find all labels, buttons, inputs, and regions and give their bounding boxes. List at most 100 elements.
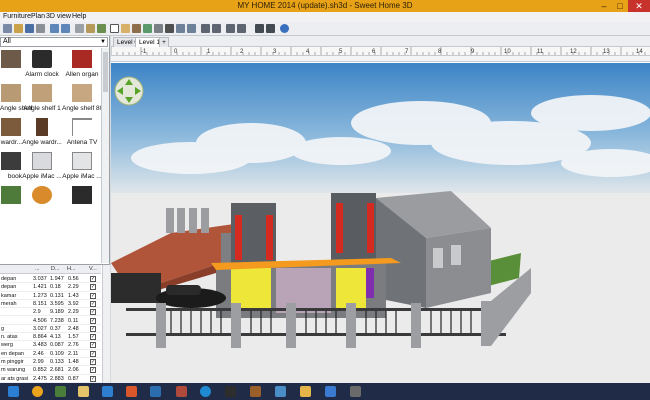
text-style-icon[interactable] xyxy=(176,24,185,33)
plan-view[interactable] xyxy=(111,56,650,62)
app-icon[interactable] xyxy=(275,386,286,397)
maximize-button[interactable]: □ xyxy=(612,0,628,12)
col-height-header[interactable]: H... xyxy=(67,265,76,274)
paste-icon[interactable] xyxy=(86,24,95,33)
visible-checkbox[interactable]: ✓ xyxy=(90,350,96,357)
table-row[interactable]: depan 3.037 1.947 0.56 ✓ xyxy=(0,275,101,284)
catalog-item[interactable]: wardr... xyxy=(0,116,22,150)
catalog-item[interactable] xyxy=(22,184,62,218)
photo-icon[interactable] xyxy=(255,24,264,33)
video-icon[interactable] xyxy=(266,24,275,33)
3d-view[interactable] xyxy=(111,63,650,383)
catalog-item[interactable] xyxy=(0,184,22,218)
app-icon[interactable] xyxy=(176,386,187,397)
catalog-item[interactable]: Apple iMac ... xyxy=(22,150,62,184)
catalog-scrollbar[interactable] xyxy=(101,48,109,263)
table-row[interactable]: g 3.027 0.37 2.48 ✓ xyxy=(0,325,101,334)
furniture-scrollbar[interactable] xyxy=(102,265,110,383)
dimension-icon[interactable] xyxy=(154,24,163,33)
app-icon[interactable] xyxy=(225,386,236,397)
visible-checkbox[interactable]: ✓ xyxy=(90,342,96,349)
catalog-item[interactable]: Angle wardr... xyxy=(22,116,62,150)
visible-checkbox[interactable]: ✓ xyxy=(90,325,96,332)
app-icon[interactable] xyxy=(32,386,43,397)
catalog-item[interactable]: book xyxy=(0,150,22,184)
room-icon[interactable] xyxy=(143,24,152,33)
catalog-item[interactable]: Apple iMac ... xyxy=(62,150,102,184)
table-row[interactable]: 4.506 7.238 0.11 ✓ xyxy=(0,317,101,325)
app-icon[interactable] xyxy=(200,386,211,397)
text-icon[interactable] xyxy=(165,24,174,33)
plan-zoom-out-icon[interactable] xyxy=(237,24,246,33)
catalog-item[interactable]: Antena TV xyxy=(62,116,102,150)
save-icon[interactable] xyxy=(25,24,34,33)
catalog-item[interactable]: Allen organ xyxy=(62,48,102,82)
catalog-item[interactable]: Angle shelf 1 xyxy=(22,82,62,116)
visible-checkbox[interactable]: ✓ xyxy=(90,375,96,382)
menu-plan[interactable]: Plan xyxy=(31,12,45,22)
app-icon[interactable] xyxy=(325,386,336,397)
table-row[interactable]: 2.9 9.189 2.29 ✓ xyxy=(0,308,101,317)
redo-icon[interactable] xyxy=(61,24,70,33)
catalog-item[interactable] xyxy=(62,184,102,218)
folder-icon[interactable] xyxy=(78,386,89,397)
visible-checkbox[interactable]: ✓ xyxy=(90,367,96,374)
add-level-button[interactable]: + xyxy=(159,37,169,47)
help-icon[interactable] xyxy=(280,24,289,33)
menu-3d-view[interactable]: 3D view xyxy=(46,12,71,22)
sweet-home-3d-icon[interactable] xyxy=(300,386,311,397)
visible-checkbox[interactable]: ✓ xyxy=(90,334,96,341)
furniture-name: kamar xyxy=(1,292,17,299)
zoom-in-icon[interactable] xyxy=(201,24,210,33)
category-select[interactable]: All ▼ xyxy=(0,37,108,47)
menu-help[interactable]: Help xyxy=(72,12,86,22)
app-icon[interactable] xyxy=(250,386,261,397)
catalog-item[interactable]: Angle shelf xyxy=(0,82,32,116)
browser-icon[interactable] xyxy=(102,386,113,397)
visible-checkbox[interactable]: ✓ xyxy=(90,276,96,282)
table-row[interactable]: m warung 0.852 2.681 2.06 ✓ xyxy=(0,366,101,375)
copy-icon[interactable] xyxy=(75,24,84,33)
app-icon[interactable] xyxy=(126,386,137,397)
font-icon[interactable] xyxy=(187,24,196,33)
visible-checkbox[interactable]: ✓ xyxy=(90,309,96,316)
pan-icon[interactable] xyxy=(121,24,130,33)
table-row[interactable]: m pinggir 2.99 0.133 1.48 ✓ xyxy=(0,358,101,367)
catalog-item[interactable] xyxy=(0,48,22,82)
zoom-out-icon[interactable] xyxy=(212,24,221,33)
open-icon[interactable] xyxy=(14,24,23,33)
select-icon[interactable] xyxy=(110,24,119,33)
col-width-header[interactable]: ... xyxy=(35,265,40,274)
plan-zoom-icon[interactable] xyxy=(226,24,235,33)
visible-checkbox[interactable]: ✓ xyxy=(90,300,96,307)
table-row[interactable]: en depan 2.46 0.109 2.11 ✓ xyxy=(0,350,101,358)
catalog-item[interactable]: Alarm clock xyxy=(22,48,62,82)
add-furniture-icon[interactable] xyxy=(97,24,106,33)
menu-furniture[interactable]: Furniture xyxy=(3,12,31,22)
undo-icon[interactable] xyxy=(50,24,59,33)
app-icon[interactable] xyxy=(55,386,66,397)
table-row[interactable]: n. atas 8.864 4.13 1.57 ✓ xyxy=(0,333,101,342)
table-row[interactable]: merah 8.151 3.595 3.92 ✓ xyxy=(0,300,101,309)
table-row[interactable]: depan 1.421 0.18 2.29 ✓ xyxy=(0,283,101,292)
col-depth-header[interactable]: D... xyxy=(51,265,60,274)
table-row[interactable]: werg 3.483 0.087 2.76 ✓ xyxy=(0,341,101,350)
minimize-button[interactable]: – xyxy=(596,0,612,12)
visible-checkbox[interactable]: ✓ xyxy=(90,292,96,299)
close-button[interactable]: ✕ xyxy=(628,0,650,12)
windows-start-icon[interactable] xyxy=(8,386,19,397)
visible-checkbox[interactable]: ✓ xyxy=(90,284,96,291)
app-icon[interactable] xyxy=(150,386,161,397)
table-row[interactable]: ar ats grasi 2.475 2.883 0.87 ✓ xyxy=(0,375,101,383)
visible-checkbox[interactable]: ✓ xyxy=(90,317,96,324)
furniture-depth: 4.13 xyxy=(50,334,61,341)
catalog-item[interactable]: Angle shelf 80 xyxy=(62,82,103,116)
wall-icon[interactable] xyxy=(132,24,141,33)
table-row[interactable]: kamar 1.273 0.131 1.43 ✓ xyxy=(0,292,101,300)
ruler-label: 12 xyxy=(570,49,577,55)
app-icon[interactable] xyxy=(350,386,361,397)
cut-icon[interactable] xyxy=(36,24,45,33)
col-visible-header[interactable]: V... xyxy=(89,265,97,274)
visible-checkbox[interactable]: ✓ xyxy=(90,359,96,365)
new-icon[interactable] xyxy=(3,24,12,33)
